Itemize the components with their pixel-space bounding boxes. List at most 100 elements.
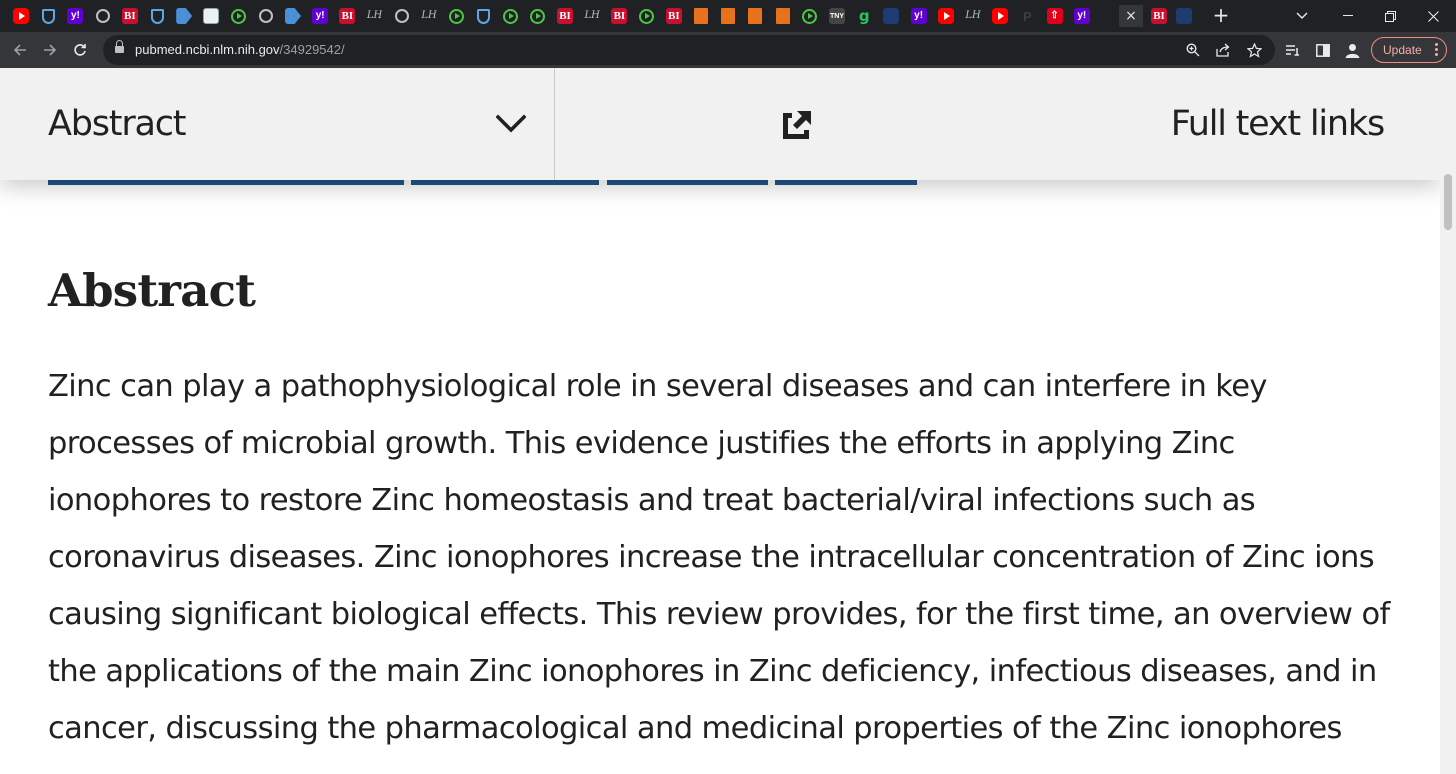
- browser-tab[interactable]: [200, 5, 222, 27]
- new-tab-button[interactable]: +: [1209, 3, 1233, 27]
- browser-tab[interactable]: y!: [908, 5, 930, 27]
- browser-tab[interactable]: g: [853, 5, 875, 27]
- g-icon: g: [858, 6, 870, 25]
- bookmark-star-icon[interactable]: [1246, 42, 1262, 58]
- browser-tab[interactable]: [37, 5, 59, 27]
- browser-tab[interactable]: [92, 5, 114, 27]
- business-insider-icon: BI: [1151, 8, 1167, 24]
- business-insider-icon: BI: [665, 8, 682, 24]
- bookmark-icon: [694, 8, 708, 24]
- page-viewport: Abstract Full text links Abstract Zinc c…: [0, 68, 1440, 774]
- browser-tab[interactable]: y!: [1071, 5, 1093, 27]
- browser-tab[interactable]: [636, 5, 658, 27]
- browser-tab[interactable]: y!: [64, 5, 86, 27]
- side-panel-icon[interactable]: [1315, 42, 1331, 58]
- minimize-icon[interactable]: [1325, 0, 1371, 32]
- browser-tab[interactable]: [717, 5, 739, 27]
- profile-avatar-icon[interactable]: [1344, 42, 1360, 58]
- browser-tab[interactable]: BI: [1148, 5, 1170, 27]
- business-insider-icon: BI: [121, 8, 138, 24]
- browser-tab[interactable]: [935, 5, 957, 27]
- active-tab[interactable]: ×: [1119, 5, 1143, 27]
- browser-tab[interactable]: [282, 5, 304, 27]
- business-insider-icon: BI: [557, 8, 573, 24]
- external-link-icon: [783, 111, 811, 139]
- close-tab-icon[interactable]: ×: [1125, 9, 1137, 23]
- nav-tab-underline[interactable]: [411, 180, 599, 185]
- browser-tab[interactable]: [228, 5, 250, 27]
- update-label: Update: [1383, 43, 1422, 57]
- browser-tab[interactable]: TNY: [826, 5, 848, 27]
- full-text-links-button[interactable]: Full text links: [556, 68, 1440, 180]
- share-icon[interactable]: [1215, 42, 1231, 58]
- browser-tab[interactable]: ⇧: [1044, 5, 1066, 27]
- url-text[interactable]: pubmed.ncbi.nlm.nih.gov/34929542/: [135, 42, 345, 57]
- forward-icon[interactable]: [38, 38, 62, 62]
- browser-tab[interactable]: BI: [608, 5, 630, 27]
- nav-tab-underline[interactable]: [607, 180, 768, 185]
- close-window-icon[interactable]: [1410, 0, 1456, 32]
- browser-tab[interactable]: y!: [309, 5, 331, 27]
- browser-tab[interactable]: [744, 5, 766, 27]
- bookmark-icon: [748, 8, 763, 24]
- update-button[interactable]: Update: [1371, 37, 1447, 63]
- lh-icon: LH: [584, 10, 600, 21]
- zoom-icon[interactable]: [1185, 42, 1201, 58]
- lock-icon[interactable]: [115, 40, 124, 55]
- url-path: /34929542/: [279, 42, 345, 57]
- business-insider-icon: BI: [339, 8, 356, 24]
- arrow-icon: [285, 8, 301, 24]
- back-icon[interactable]: [8, 38, 32, 62]
- url-host: pubmed.ncbi.nlm.nih.gov: [135, 42, 280, 57]
- browser-tab[interactable]: [880, 5, 902, 27]
- browser-tab[interactable]: BI: [663, 5, 685, 27]
- browser-tab[interactable]: LH: [581, 5, 603, 27]
- browser-tab[interactable]: BI: [119, 5, 141, 27]
- nav-tab-underline[interactable]: [48, 180, 404, 185]
- reading-list-icon[interactable]: [1284, 42, 1300, 58]
- browser-tab[interactable]: [527, 5, 549, 27]
- browser-tab[interactable]: [391, 5, 413, 27]
- yahoo-icon: y!: [910, 8, 927, 24]
- shield-icon: [150, 8, 164, 24]
- yahoo-icon: y!: [1073, 8, 1090, 24]
- shield-icon: [41, 8, 55, 24]
- section-select-label: Abstract: [48, 104, 187, 144]
- browser-tab[interactable]: [173, 5, 195, 27]
- browser-tab[interactable]: [500, 5, 522, 27]
- browser-tab[interactable]: BI: [336, 5, 358, 27]
- browser-tab[interactable]: [772, 5, 794, 27]
- youtube-icon: [937, 8, 954, 24]
- browser-tab[interactable]: P: [1016, 5, 1038, 27]
- browser-tab[interactable]: [1173, 5, 1195, 27]
- restore-icon[interactable]: [1367, 0, 1413, 32]
- lh-icon: LH: [965, 10, 981, 21]
- section-select-dropdown[interactable]: Abstract: [0, 68, 555, 180]
- browser-tab[interactable]: [472, 5, 494, 27]
- browser-tab[interactable]: LH: [364, 5, 386, 27]
- browser-tab[interactable]: LH: [962, 5, 984, 27]
- browser-tab[interactable]: BI: [554, 5, 576, 27]
- nav-tab-underline[interactable]: [775, 180, 917, 185]
- arrow-icon: [176, 8, 193, 24]
- reload-icon[interactable]: [68, 38, 92, 62]
- tab-search-icon[interactable]: [1279, 0, 1325, 32]
- page-scrollbar[interactable]: [1440, 68, 1456, 774]
- browser-tab[interactable]: [146, 5, 168, 27]
- browser-tab[interactable]: [799, 5, 821, 27]
- address-bar[interactable]: pubmed.ncbi.nlm.nih.gov/34929542/: [103, 35, 1275, 65]
- bookmark-icon: [721, 8, 736, 24]
- abstract-text: Zinc can play a pathophysiological role …: [48, 369, 1390, 746]
- globe-icon: [258, 9, 273, 23]
- browser-tab[interactable]: LH: [418, 5, 440, 27]
- browser-tab[interactable]: [255, 5, 277, 27]
- business-insider-icon: BI: [611, 8, 628, 24]
- abstract-heading: Abstract: [48, 264, 256, 317]
- browser-tab[interactable]: [445, 5, 467, 27]
- browser-tab[interactable]: [989, 5, 1011, 27]
- rumble-icon: [231, 8, 247, 24]
- browser-tab[interactable]: [690, 5, 712, 27]
- browser-toolbar: pubmed.ncbi.nlm.nih.gov/34929542/ Update: [0, 32, 1456, 68]
- browser-tab[interactable]: [10, 5, 32, 27]
- scrollbar-thumb[interactable]: [1444, 174, 1452, 230]
